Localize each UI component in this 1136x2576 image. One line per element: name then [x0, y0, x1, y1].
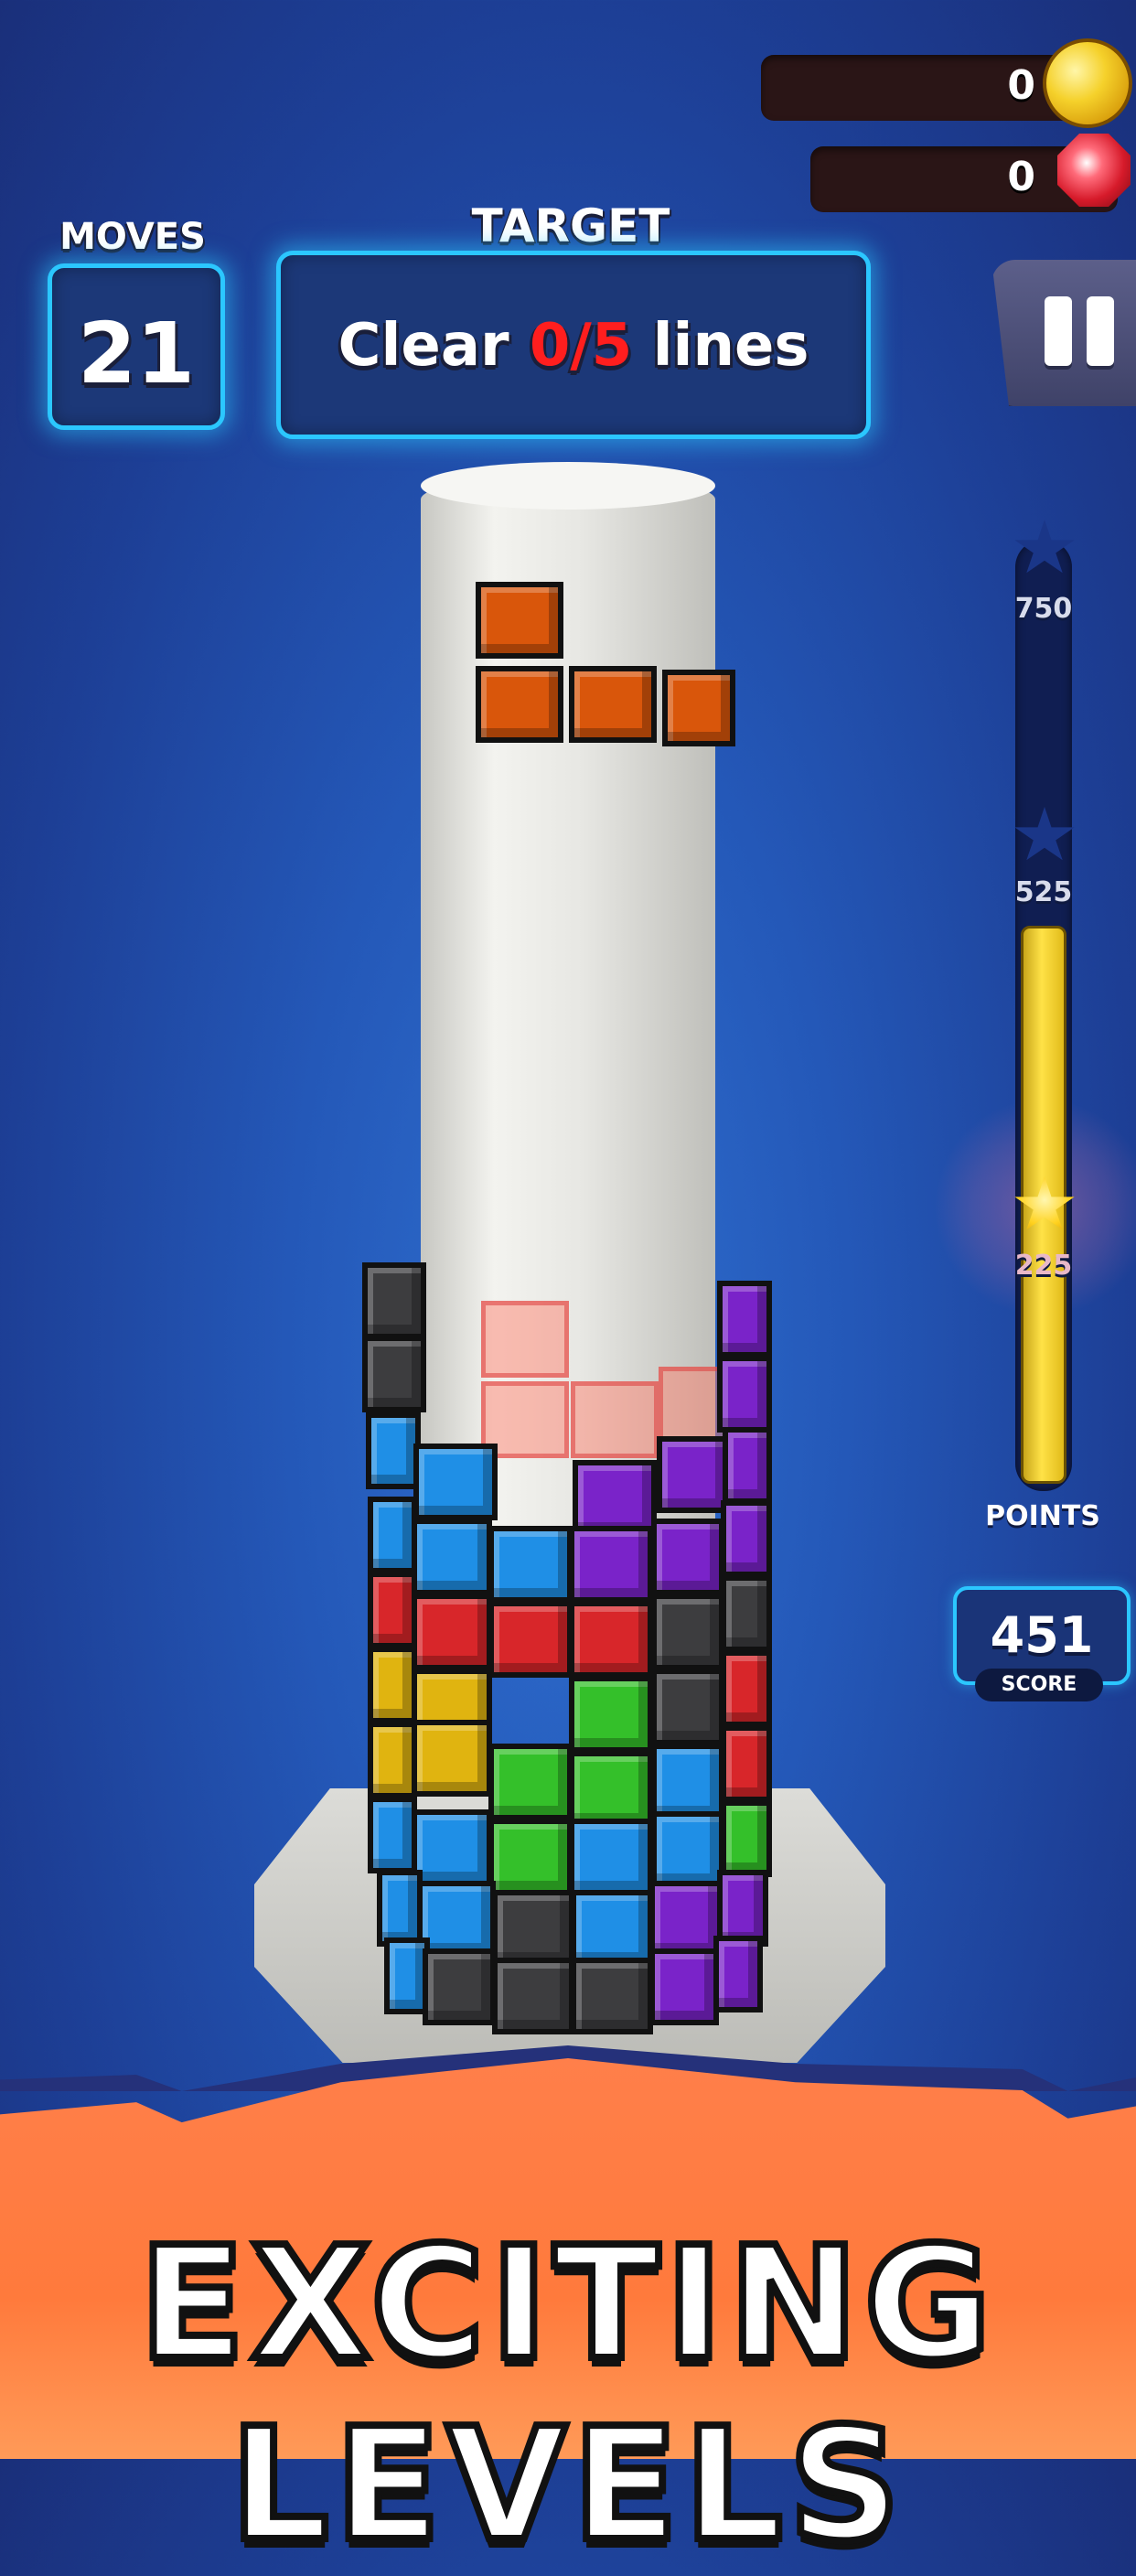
coin-counter: 0: [761, 38, 1132, 128]
stack-block: [651, 1744, 724, 1820]
stack-block: [368, 1572, 417, 1648]
stack-block: [657, 1436, 730, 1513]
stack-block: [649, 1881, 723, 1958]
stack-block: [368, 1722, 417, 1798]
coin-count: 0: [1007, 62, 1035, 109]
stack-block: [362, 1336, 426, 1412]
stack-block: [488, 1526, 573, 1603]
stack-block: [488, 1601, 573, 1678]
stack-block: [413, 1444, 498, 1520]
moves-count: 21: [77, 305, 196, 402]
stack-block: [721, 1650, 772, 1727]
stack-block: [488, 1819, 573, 1895]
stack-block: [721, 1800, 772, 1877]
stack-block: [492, 1958, 574, 2034]
stack-block: [721, 1725, 772, 1802]
stack-block: [423, 1948, 496, 2025]
stack-block: [569, 1819, 653, 1895]
stack-block: [368, 1797, 417, 1873]
stack-block: [723, 1427, 772, 1504]
banner-title: EXCITING LEVELS: [135, 2210, 998, 2576]
stack-block: [571, 1958, 653, 2034]
gold-coin-icon: [1043, 38, 1132, 128]
tower-pillar-top: [421, 462, 715, 510]
stack-block: [366, 1412, 421, 1489]
moves-panel: 21: [48, 263, 225, 430]
stack-block: [651, 1519, 724, 1595]
stack-block: [412, 1519, 492, 1595]
stack-block: [492, 1890, 574, 1967]
points-label: POINTS: [985, 1500, 1100, 1532]
target-objective: Clear 0/5 lines: [281, 312, 866, 380]
stack-block: [569, 1601, 653, 1678]
falling-block: [662, 670, 735, 746]
score-label: SCORE: [975, 1669, 1103, 1701]
target-progress: 0/5: [529, 312, 633, 380]
stack-block: [649, 1948, 719, 2025]
stack-block: [569, 1676, 653, 1753]
falling-block: [569, 666, 657, 743]
falling-block: [476, 666, 563, 743]
pause-button[interactable]: [991, 260, 1136, 406]
stack-block: [362, 1262, 426, 1339]
stack-block: [368, 1497, 417, 1573]
milestone-225: 225: [1014, 1250, 1073, 1282]
stack-block: [368, 1647, 417, 1723]
stack-block: [721, 1500, 772, 1577]
target-label: TARGET: [471, 199, 670, 252]
target-panel: Clear 0/5 lines: [276, 251, 871, 439]
stack-block: [412, 1720, 492, 1797]
stack-block: [412, 1594, 492, 1670]
stack-block: [651, 1594, 724, 1670]
stack-block: [571, 1890, 653, 1967]
stack-block: [488, 1744, 573, 1820]
milestone-750: 750: [1014, 593, 1073, 625]
falling-block: [476, 582, 563, 659]
gem-count: 0: [1007, 154, 1035, 200]
stack-block: [713, 1936, 763, 2012]
red-gem-icon: [1057, 134, 1131, 207]
target-prefix: Clear: [338, 312, 530, 380]
stack-block: [377, 1870, 423, 1947]
stack-block: [717, 1281, 772, 1358]
stack-block: [717, 1356, 772, 1433]
stack-block: [569, 1526, 653, 1603]
target-suffix: lines: [632, 312, 809, 380]
stack-block: [651, 1669, 724, 1745]
moves-label: MOVES: [59, 216, 206, 258]
stack-block: [721, 1575, 772, 1652]
stack-block: [412, 1809, 492, 1886]
milestone-525: 525: [1014, 876, 1073, 908]
score-value: 451: [990, 1606, 1094, 1664]
stack-block: [569, 1751, 653, 1828]
stack-block: [651, 1811, 724, 1888]
